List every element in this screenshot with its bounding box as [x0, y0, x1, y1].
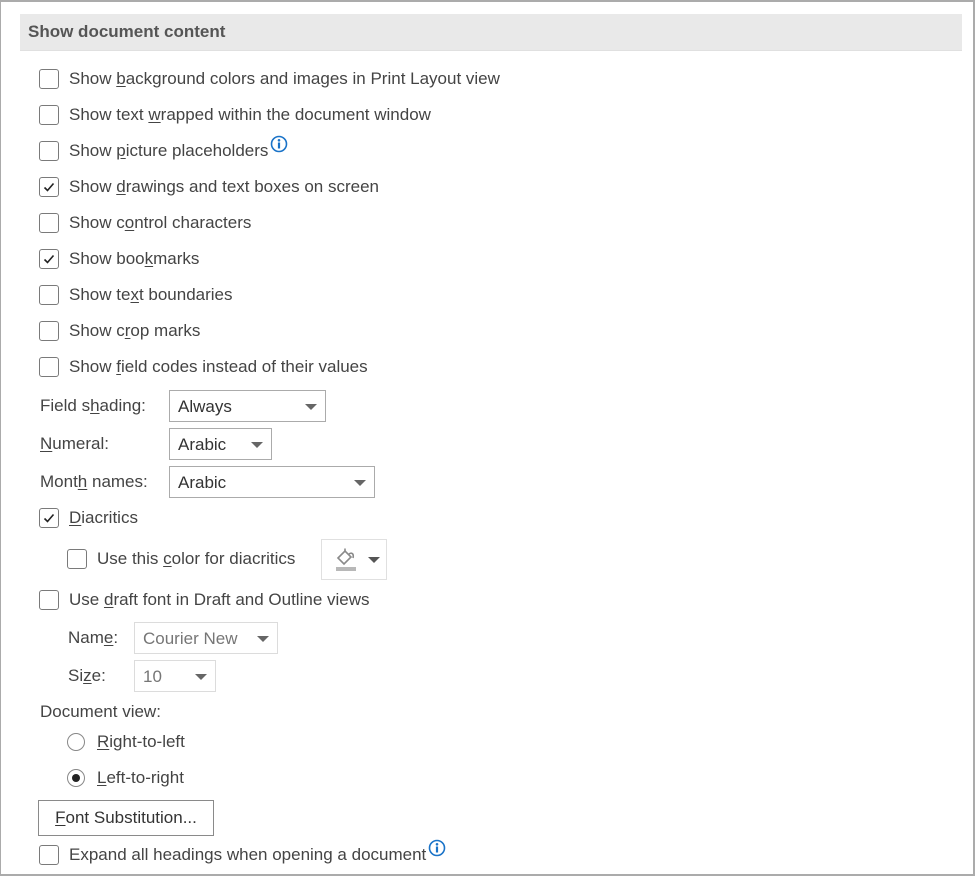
section-header: Show document content [20, 14, 962, 51]
draft-name-dropdown[interactable]: Courier New [134, 622, 278, 654]
draft-size-value: 10 [143, 667, 162, 686]
chevron-down-icon [251, 442, 263, 448]
month-names-value: Arabic [178, 473, 227, 492]
checkbox-row-bookmarks[interactable]: Show bookmarks [39, 246, 199, 272]
chevron-down-icon [354, 480, 366, 486]
checkbox-background-colors[interactable] [39, 69, 59, 89]
radio-label: Right-to-left [97, 732, 185, 751]
field-shading-value: Always [178, 397, 232, 416]
checkbox-field-codes[interactable] [39, 357, 59, 377]
info-icon[interactable] [428, 839, 446, 857]
field-shading-label: Field shading: [40, 396, 146, 415]
chevron-down-icon [195, 674, 207, 680]
expand-headings-checkbox[interactable] [39, 845, 59, 865]
numeral-label: Numeral: [40, 434, 109, 453]
checkbox-label: Show background colors and images in Pri… [69, 69, 500, 88]
checkbox-row-field-codes[interactable]: Show field codes instead of their values [39, 354, 368, 380]
numeral-dropdown[interactable]: Arabic [169, 428, 272, 460]
checkbox-text-wrapped[interactable] [39, 105, 59, 125]
draft-size-label: Size: [68, 666, 106, 685]
checkmark-icon [43, 182, 55, 192]
checkbox-label: Show text wrapped within the document wi… [69, 105, 431, 124]
diacritics-color-picker[interactable] [321, 539, 387, 580]
month-names-dropdown[interactable]: Arabic [169, 466, 375, 498]
expand-headings-checkbox-row[interactable]: Expand all headings when opening a docum… [39, 839, 446, 868]
checkbox-label: Show field codes instead of their values [69, 357, 368, 376]
checkbox-row-picture-placeholders[interactable]: Show picture placeholders [39, 135, 288, 164]
checkbox-label: Show bookmarks [69, 249, 200, 268]
checkmark-icon [43, 254, 55, 264]
diacritics-label: Diacritics [69, 508, 138, 527]
radio-right-to-left[interactable]: Right-to-left [67, 729, 185, 755]
radio-button[interactable] [67, 769, 85, 787]
field-shading-dropdown[interactable]: Always [169, 390, 326, 422]
draft-name-value: Courier New [143, 629, 238, 648]
checkbox-picture-placeholders[interactable] [39, 141, 59, 161]
checkbox-control-characters[interactable] [39, 213, 59, 233]
checkbox-label: Show drawings and text boxes on screen [69, 177, 379, 196]
expand-headings-label: Expand all headings when opening a docum… [69, 845, 427, 864]
diacritics-color-checkbox[interactable] [67, 549, 87, 569]
checkbox-row-crop-marks[interactable]: Show crop marks [39, 318, 200, 344]
checkbox-row-control-characters[interactable]: Show control characters [39, 210, 251, 236]
checkbox-drawings-text-boxes[interactable] [39, 177, 59, 197]
checkbox-label: Show picture placeholders [69, 141, 269, 160]
radio-button[interactable] [67, 733, 85, 751]
checkbox-label: Show text boundaries [69, 285, 233, 304]
radio-label: Left-to-right [97, 768, 184, 787]
font-substitution-button[interactable]: Font Substitution... [38, 800, 214, 836]
diacritics-color-label: Use this color for diacritics [97, 549, 296, 568]
checkbox-text-boundaries[interactable] [39, 285, 59, 305]
draft-font-checkbox[interactable] [39, 590, 59, 610]
diacritics-checkbox[interactable] [39, 508, 59, 528]
checkbox-row-background-colors[interactable]: Show background colors and images in Pri… [39, 66, 500, 92]
month-names-label: Month names: [40, 472, 148, 491]
info-icon[interactable] [270, 135, 288, 153]
checkbox-label: Show crop marks [69, 321, 201, 340]
paint-bucket-icon [336, 548, 356, 571]
draft-font-label: Use draft font in Draft and Outline view… [69, 590, 370, 609]
checkbox-bookmarks[interactable] [39, 249, 59, 269]
checkbox-label: Show control characters [69, 213, 252, 232]
radio-left-to-right[interactable]: Left-to-right [67, 765, 184, 791]
chevron-down-icon [257, 636, 269, 642]
checkbox-row-text-wrapped[interactable]: Show text wrapped within the document wi… [39, 102, 431, 128]
section-title: Show document content [28, 22, 226, 41]
checkbox-row-text-boundaries[interactable]: Show text boundaries [39, 282, 233, 308]
diacritics-color-checkbox-row[interactable]: Use this color for diacritics [67, 546, 295, 572]
checkbox-crop-marks[interactable] [39, 321, 59, 341]
document-view-label: Document view: [40, 702, 161, 721]
radio-selected-dot [71, 773, 80, 782]
diacritics-checkbox-row[interactable]: Diacritics [39, 505, 138, 531]
chevron-down-icon [368, 557, 380, 563]
numeral-value: Arabic [178, 435, 227, 454]
chevron-down-icon [305, 404, 317, 410]
draft-size-dropdown[interactable]: 10 [134, 660, 216, 692]
draft-font-checkbox-row[interactable]: Use draft font in Draft and Outline view… [39, 587, 370, 613]
checkbox-row-drawings-text-boxes[interactable]: Show drawings and text boxes on screen [39, 174, 379, 200]
draft-name-label: Name: [68, 628, 119, 647]
